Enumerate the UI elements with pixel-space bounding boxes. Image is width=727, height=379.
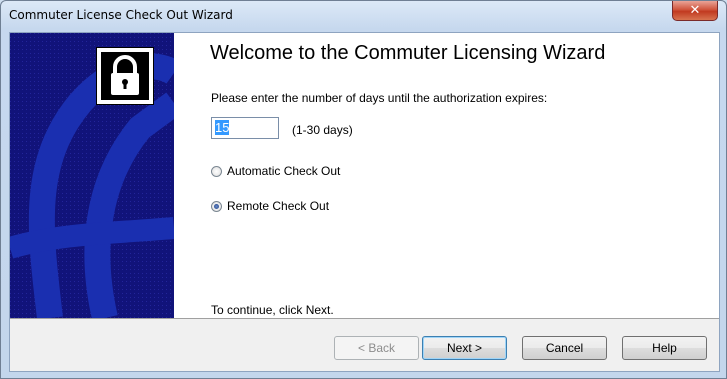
remote-checkout-radio[interactable]: [211, 200, 222, 212]
days-input[interactable]: 15: [211, 117, 279, 139]
remote-checkout-option[interactable]: Remote Check Out: [211, 199, 329, 213]
lock-frame: [96, 47, 154, 105]
page-title: Welcome to the Commuter Licensing Wizard: [210, 42, 606, 64]
window-title: Commuter License Check Out Wizard: [9, 8, 233, 22]
help-button[interactable]: Help: [622, 336, 707, 360]
footer-divider: [10, 318, 719, 319]
padlock-icon: [101, 52, 149, 100]
wizard-banner: [10, 33, 174, 318]
automatic-checkout-radio[interactable]: [211, 165, 222, 177]
continue-instruction: To continue, click Next.: [211, 303, 334, 317]
cancel-button[interactable]: Cancel: [522, 336, 607, 360]
title-bar[interactable]: Commuter License Check Out Wizard ✕: [1, 1, 726, 31]
days-prompt: Please enter the number of days until th…: [211, 91, 548, 105]
wizard-content: Welcome to the Commuter Licensing Wizard…: [174, 33, 719, 318]
automatic-checkout-label: Automatic Check Out: [227, 164, 341, 178]
close-button[interactable]: ✕: [672, 1, 718, 21]
wizard-window: Commuter License Check Out Wizard ✕ Welc…: [0, 0, 727, 379]
remote-checkout-label: Remote Check Out: [227, 199, 330, 213]
back-button[interactable]: < Back: [334, 336, 419, 360]
days-range-hint: (1-30 days): [292, 123, 353, 137]
close-icon: ✕: [689, 3, 701, 18]
wizard-body: Welcome to the Commuter Licensing Wizard…: [9, 32, 720, 372]
next-button[interactable]: Next >: [422, 336, 507, 360]
days-value: 15: [215, 120, 230, 135]
automatic-checkout-option[interactable]: Automatic Check Out: [211, 164, 340, 178]
